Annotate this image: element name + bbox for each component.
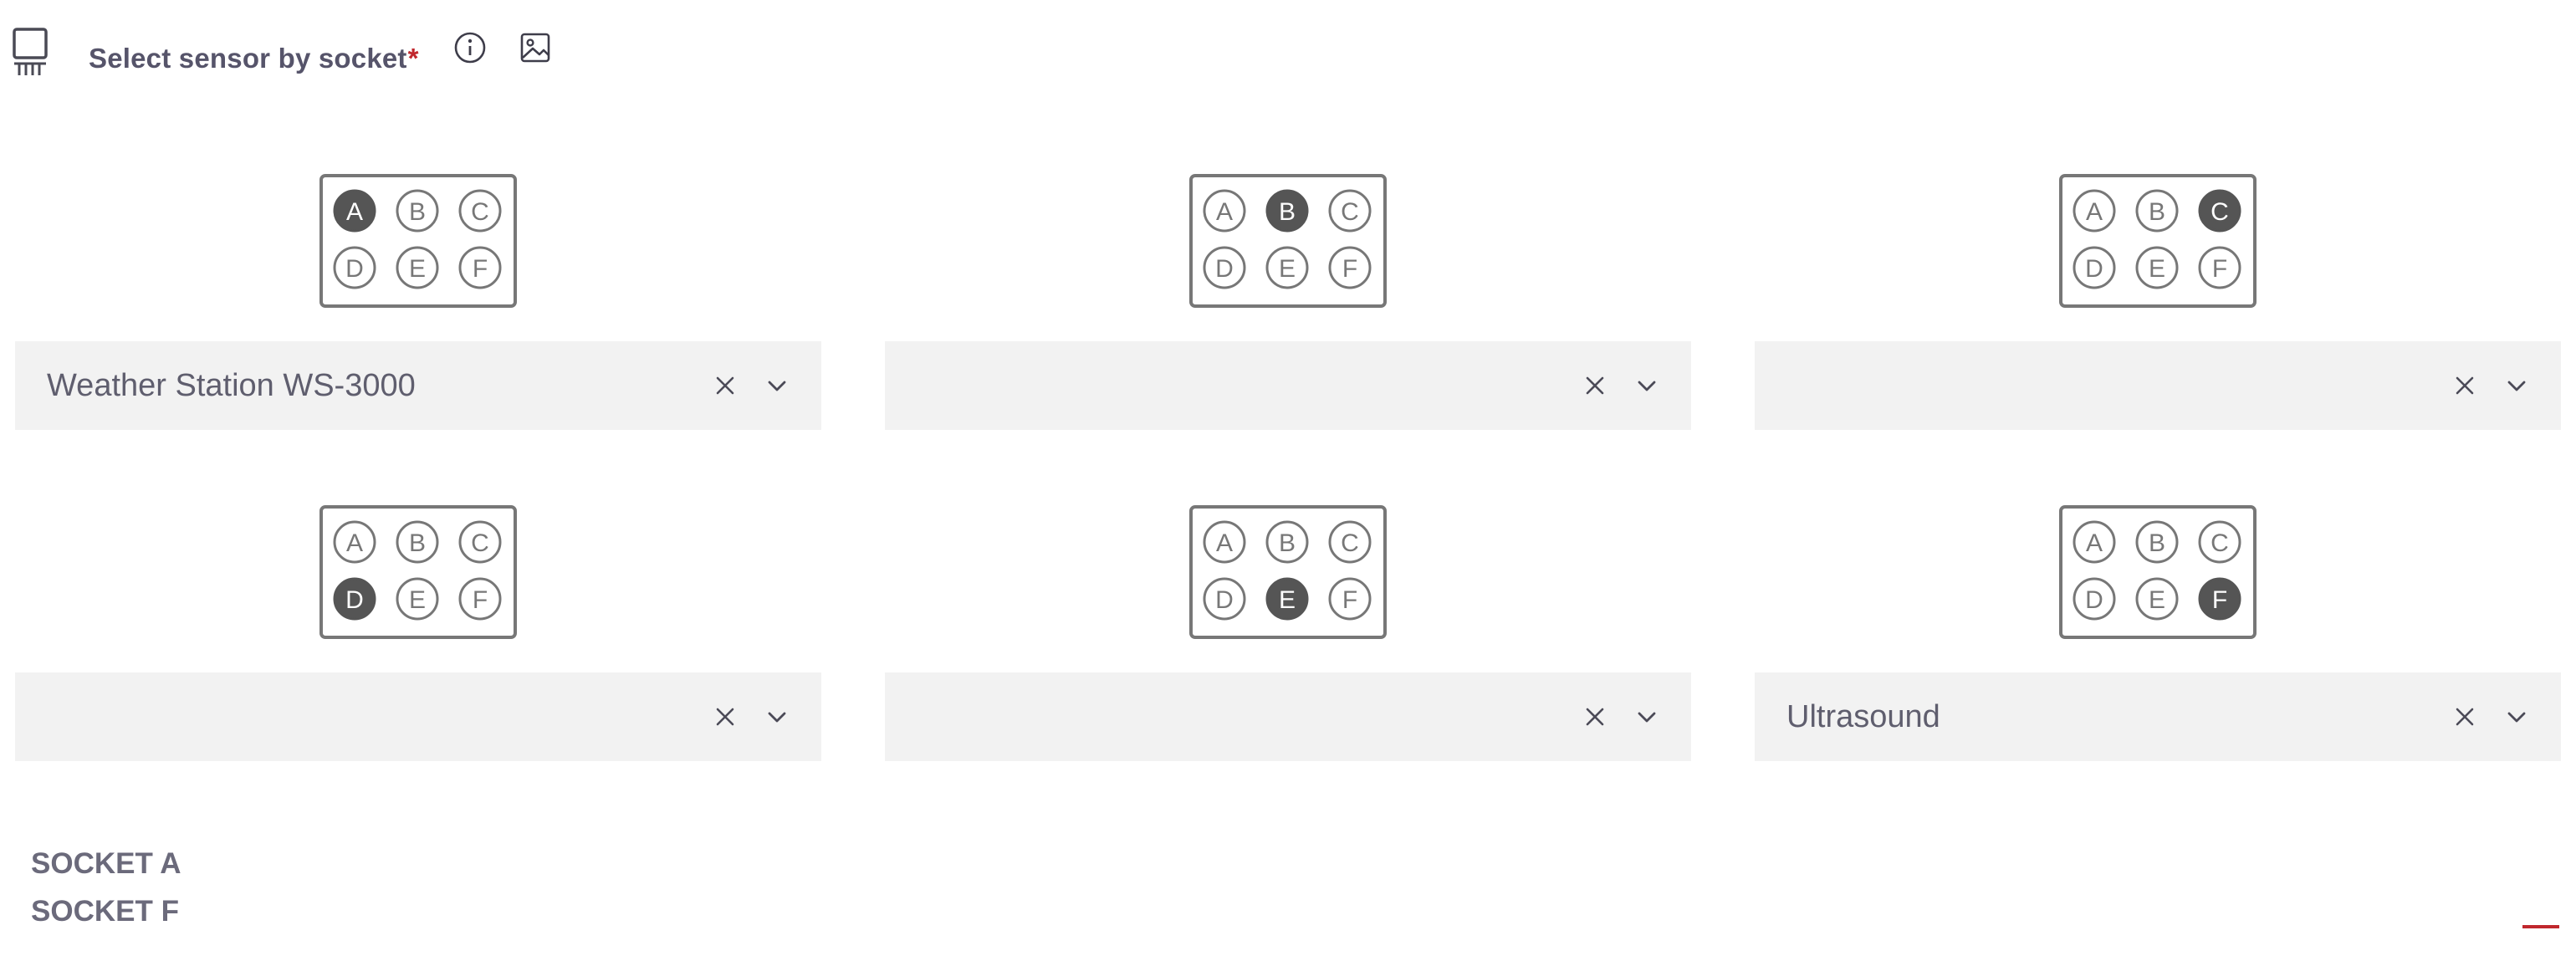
clear-icon[interactable]: [711, 371, 739, 400]
sensor-select-socket-a[interactable]: Weather Station WS-3000: [15, 341, 821, 430]
socket-cell-a: A B C D E F Weather Station WS-3000: [15, 174, 821, 430]
sensor-select-value: Weather Station WS-3000: [47, 367, 416, 403]
socket-cell-d: A B C D E F: [15, 505, 821, 761]
socket-diagram: A B C D E F: [2059, 174, 2257, 308]
sensor-select-socket-f[interactable]: Ultrasound: [1755, 672, 2561, 761]
field-title: Select sensor by socket*: [89, 43, 419, 74]
sensor-select-socket-b[interactable]: [885, 341, 1691, 430]
socket-summary-line: SOCKET A: [31, 847, 181, 880]
socket-pin-label: A: [1216, 529, 1233, 557]
socket-pin-label: C: [2211, 529, 2229, 557]
clear-icon[interactable]: [2451, 703, 2479, 731]
socket-pin-label: E: [409, 255, 426, 283]
socket-pin-label: C: [1341, 198, 1359, 226]
sensor-select-value: Ultrasound: [1786, 698, 1940, 734]
socket-grid: A B C D E F Weather Station WS-3000 A B C D E F A B…: [15, 174, 2561, 761]
clear-icon[interactable]: [2451, 371, 2479, 400]
clear-icon[interactable]: [1581, 703, 1609, 731]
sensor-select-socket-e[interactable]: [885, 672, 1691, 761]
socket-diagram: A B C D E F: [319, 505, 517, 639]
clear-icon[interactable]: [711, 703, 739, 731]
chevron-down-icon[interactable]: [1633, 703, 1661, 731]
socket-pin-label: A: [1216, 198, 1233, 226]
sensor-icon: [13, 28, 48, 75]
socket-pin-label: D: [2085, 586, 2103, 614]
socket-diagram: A B C D E F: [319, 174, 517, 308]
socket-pin-label: F: [1342, 255, 1357, 283]
socket-diagram: A B C D E F: [2059, 505, 2257, 639]
field-header: Select sensor by socket*: [12, 25, 553, 79]
chevron-down-icon[interactable]: [2502, 371, 2531, 400]
socket-pin-label: B: [2149, 529, 2165, 557]
socket-pin-label: C: [1341, 529, 1359, 557]
socket-pin-label: F: [473, 586, 488, 614]
image-button[interactable]: [518, 30, 553, 65]
sensor-select-socket-c[interactable]: [1755, 341, 2561, 430]
socket-pin-label: B: [2149, 198, 2165, 226]
clear-icon[interactable]: [1581, 371, 1609, 400]
socket-pin-label: D: [2085, 255, 2103, 283]
socket-pin-label: E: [2149, 255, 2165, 283]
chevron-down-icon[interactable]: [2502, 703, 2531, 731]
socket-cell-f: A B C D E F Ultrasound: [1755, 505, 2561, 761]
socket-pin-label: E: [1279, 255, 1296, 283]
socket-cell-c: A B C D E F: [1755, 174, 2561, 430]
socket-cell-e: A B C D E F: [885, 505, 1691, 761]
socket-pin-label: A: [346, 529, 363, 557]
chevron-down-icon[interactable]: [763, 371, 791, 400]
socket-pin-label: F: [1342, 586, 1357, 614]
socket-pin-label: A: [2086, 198, 2103, 226]
socket-pin-label: F: [473, 255, 488, 283]
socket-pin-label: D: [1215, 586, 1234, 614]
socket-pin-label: C: [471, 529, 489, 557]
socket-pin-label: C: [2211, 198, 2229, 226]
socket-pin-label: E: [409, 586, 426, 614]
socket-diagram: A B C D E F: [1189, 174, 1387, 308]
socket-pin-label: B: [409, 198, 426, 226]
socket-pin-label: A: [346, 198, 363, 226]
socket-pin-label: D: [1215, 255, 1234, 283]
socket-pin-label: C: [471, 198, 489, 226]
socket-pin-label: D: [345, 586, 364, 614]
socket-cell-b: A B C D E F: [885, 174, 1691, 430]
info-icon: [454, 32, 485, 64]
socket-pin-label: E: [2149, 586, 2165, 614]
socket-pin-label: D: [345, 255, 364, 283]
socket-diagram: A B C D E F: [1189, 505, 1387, 639]
socket-summary: SOCKET A SOCKET F: [31, 840, 181, 935]
info-button[interactable]: [452, 30, 488, 65]
socket-pin-label: F: [2212, 255, 2227, 283]
socket-summary-line: SOCKET F: [31, 895, 179, 928]
required-marker: *: [407, 43, 419, 74]
socket-pin-label: B: [409, 529, 426, 557]
chevron-down-icon[interactable]: [1633, 371, 1661, 400]
chevron-down-icon[interactable]: [763, 703, 791, 731]
field-title-text: Select sensor by socket: [89, 43, 407, 74]
socket-pin-label: B: [1279, 529, 1296, 557]
socket-pin-label: F: [2212, 586, 2227, 614]
image-icon: [520, 33, 549, 63]
socket-pin-label: E: [1279, 586, 1296, 614]
socket-pin-label: A: [2086, 529, 2103, 557]
sensor-select-socket-d[interactable]: [15, 672, 821, 761]
accent-line: [2522, 925, 2559, 928]
socket-pin-label: B: [1279, 198, 1296, 226]
